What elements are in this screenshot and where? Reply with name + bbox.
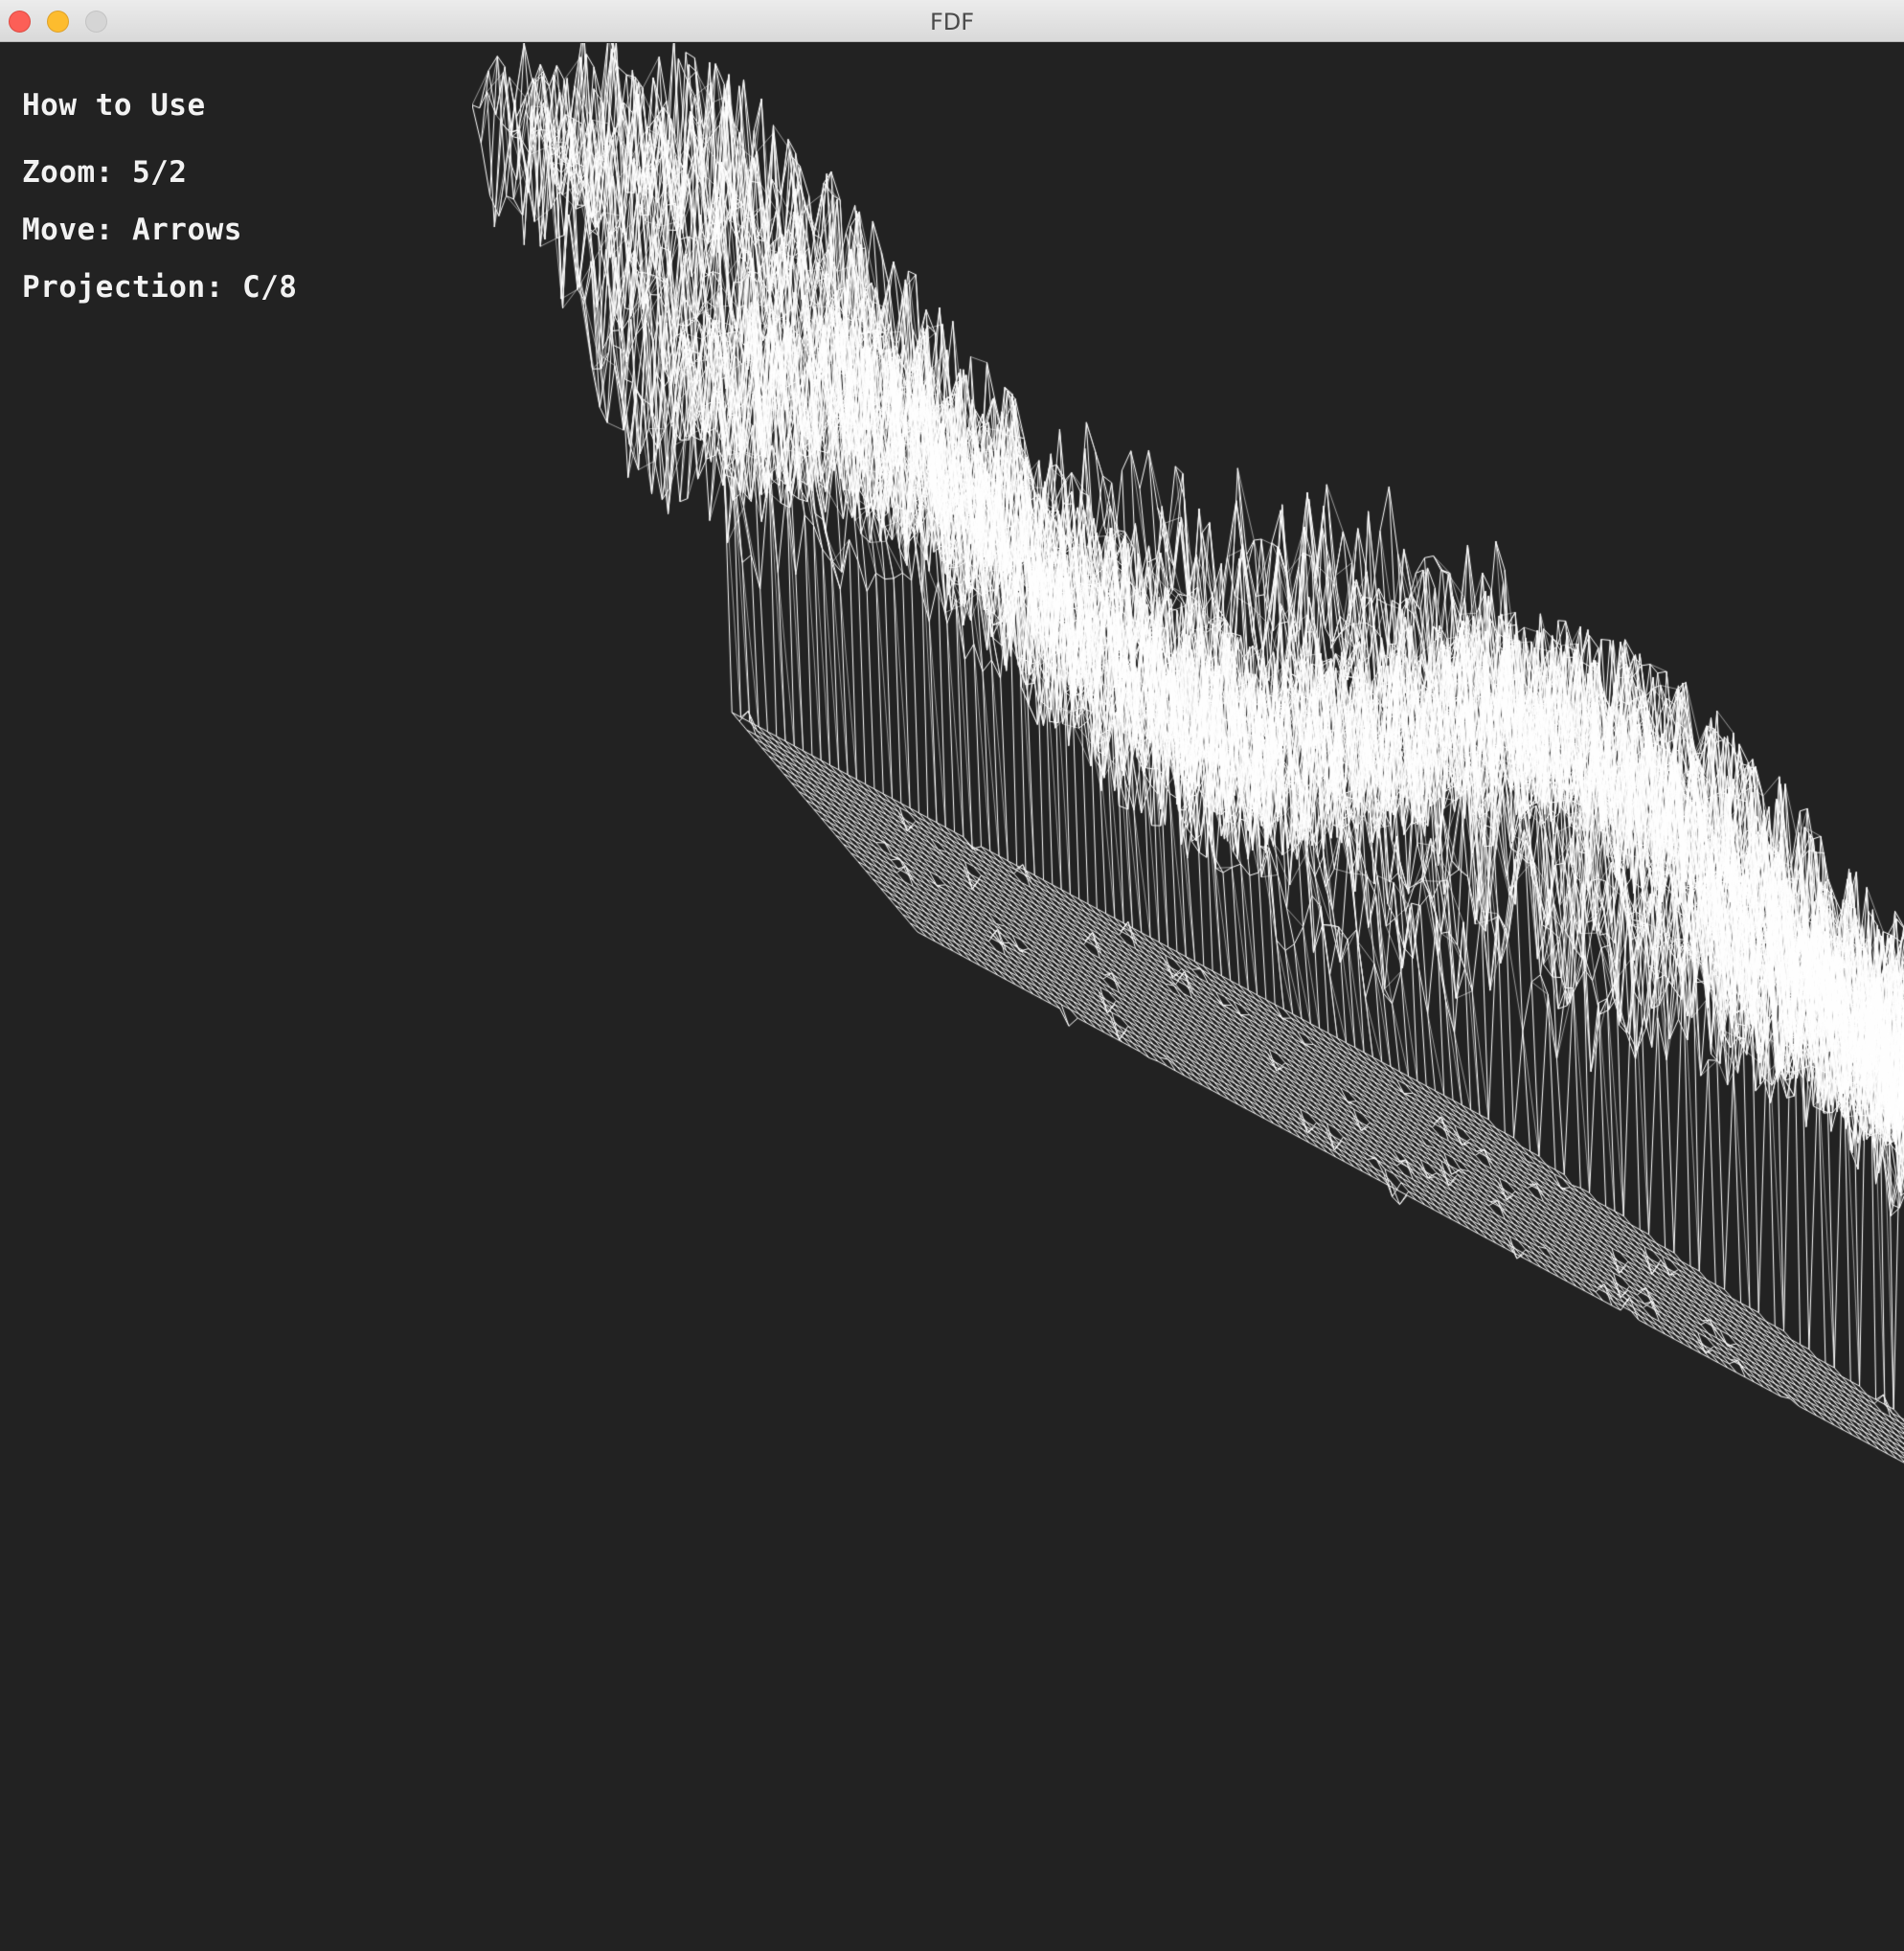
help-projection-hint: Projection: C/8 [22,270,298,305]
help-move-hint: Move: Arrows [22,213,242,247]
render-viewport[interactable] [472,43,1904,1951]
close-dot-icon[interactable] [9,11,31,33]
help-panel: How to Use Zoom: 5/2 Move: Arrows Projec… [0,43,471,1951]
fdf-window: FDF How to Use Zoom: 5/2 Move: Arrows Pr… [0,0,1904,1951]
minimize-dot-icon[interactable] [47,11,69,33]
wireframe-mesh [472,43,1904,1951]
title-bar[interactable]: FDF [0,0,1904,42]
maximize-dot-icon[interactable] [85,11,107,33]
window-content: How to Use Zoom: 5/2 Move: Arrows Projec… [0,43,1904,1951]
help-title: How to Use [22,88,206,123]
window-title: FDF [929,9,975,35]
help-zoom-hint: Zoom: 5/2 [22,155,188,190]
